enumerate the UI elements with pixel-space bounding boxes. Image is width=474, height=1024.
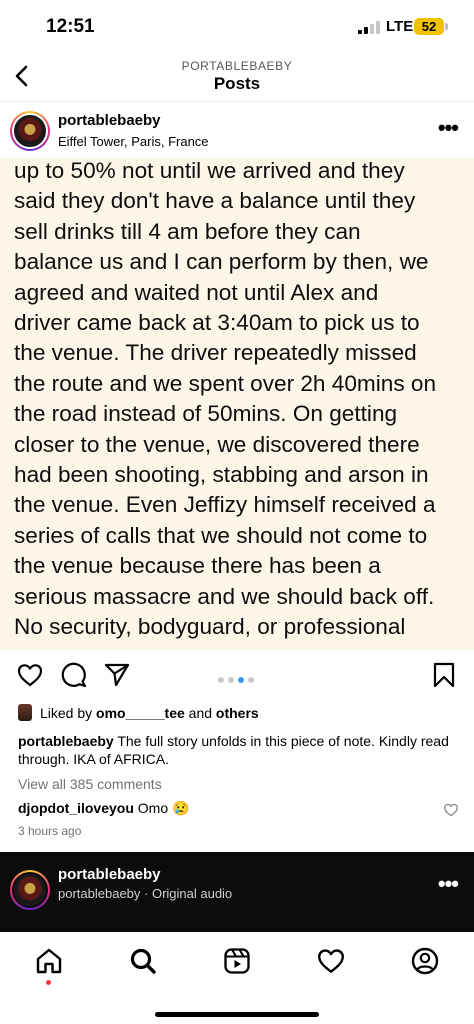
home-icon[interactable] xyxy=(34,946,64,976)
bottom-tab-bar xyxy=(0,932,474,1024)
post-image-text: up to 50% not until we arrived and they … xyxy=(14,158,437,640)
reel-avatar[interactable] xyxy=(10,870,50,910)
next-post-header: portablebaeby portablebaeby · Original a… xyxy=(0,852,474,932)
share-icon[interactable] xyxy=(103,661,131,689)
profile-icon[interactable] xyxy=(410,946,440,976)
liked-by-prefix: Liked by xyxy=(40,705,97,721)
likes-line[interactable]: Liked by omo_____tee and others xyxy=(18,704,259,721)
save-icon[interactable] xyxy=(430,661,458,689)
liked-by-user[interactable]: omo_____tee xyxy=(96,705,185,721)
signal-icon xyxy=(358,21,382,34)
page-title: Posts xyxy=(213,74,261,93)
carousel-dot xyxy=(248,677,254,683)
like-icon[interactable] xyxy=(16,661,44,689)
carousel-dot xyxy=(238,677,244,683)
notification-dot xyxy=(46,980,51,985)
liker-avatar xyxy=(18,704,32,721)
view-all-comments-link[interactable]: View all 385 comments xyxy=(18,776,162,792)
comment-preview: djopdot_iloveyou Omo 😢 xyxy=(18,800,189,817)
comment-icon[interactable] xyxy=(60,661,88,689)
search-icon[interactable] xyxy=(128,946,158,976)
status-bar: 12:51 LTE 52 xyxy=(0,0,474,54)
carousel-indicator xyxy=(218,670,258,688)
network-label: LTE xyxy=(386,18,414,35)
liked-by-mid: and xyxy=(184,705,216,721)
caption-username[interactable]: portablebaeby xyxy=(18,733,114,749)
account-name: PORTABLEBAEBY xyxy=(181,59,293,73)
reel-username[interactable]: portablebaeby xyxy=(58,866,161,883)
carousel-dot xyxy=(228,677,234,683)
nav-header: PORTABLEBAEBY Posts xyxy=(0,54,474,102)
more-options-icon[interactable]: ••• xyxy=(438,117,459,139)
comment-like-icon[interactable] xyxy=(443,802,459,818)
post-caption: portablebaeby The full story unfolds in … xyxy=(18,732,458,768)
action-row xyxy=(0,650,474,698)
reel-more-options-icon[interactable]: ••• xyxy=(438,873,459,895)
status-time: 12:51 xyxy=(46,16,95,37)
reel-audio-label[interactable]: portablebaeby · Original audio xyxy=(58,886,232,901)
battery-icon: 52 xyxy=(414,18,444,35)
activity-icon[interactable] xyxy=(316,946,346,976)
post-timestamp: 3 hours ago xyxy=(18,824,82,838)
avatar[interactable] xyxy=(10,111,50,151)
battery-cap xyxy=(445,23,448,30)
carousel-dot xyxy=(218,677,224,683)
post-username[interactable]: portablebaeby xyxy=(58,112,161,129)
comment-text: Omo 😢 xyxy=(133,800,190,816)
home-indicator xyxy=(155,1012,319,1017)
post-location[interactable]: Eiffel Tower, Paris, France xyxy=(58,134,209,149)
liked-by-others[interactable]: others xyxy=(216,705,259,721)
reels-icon[interactable] xyxy=(222,946,252,976)
comment-username[interactable]: djopdot_iloveyou xyxy=(18,800,134,816)
post-image[interactable]: up to 50% not until we arrived and they … xyxy=(0,158,474,650)
post-header: portablebaeby Eiffel Tower, Paris, Franc… xyxy=(0,104,474,158)
